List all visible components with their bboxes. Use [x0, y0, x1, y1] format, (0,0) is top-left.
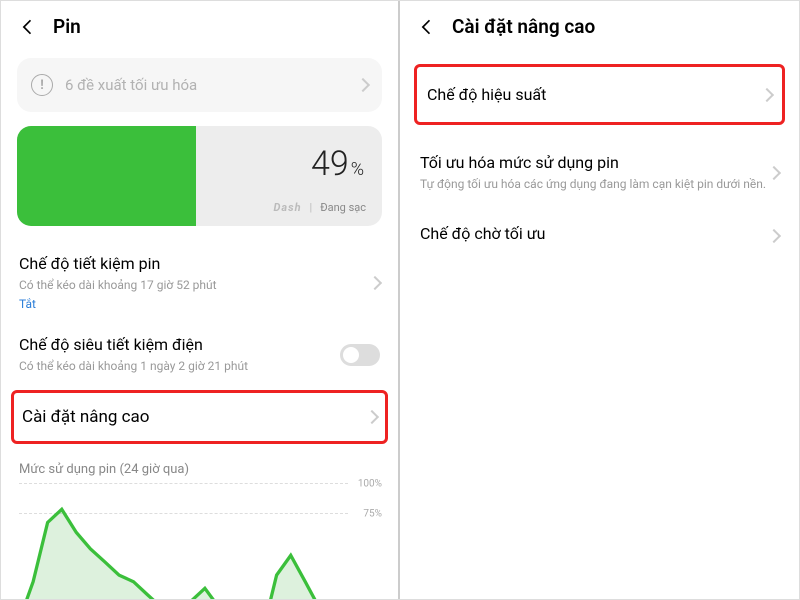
battery-percent-value: 49 — [311, 144, 349, 184]
back-icon[interactable] — [416, 16, 438, 38]
row-body: Tối ưu hóa mức sử dụng pin Tự động tối ư… — [420, 153, 769, 192]
chevron-right-icon — [767, 229, 781, 243]
info-icon: ! — [31, 74, 53, 96]
super-saver-toggle[interactable] — [340, 344, 380, 366]
battery-percent: 49% — [311, 144, 364, 184]
row-sub: Có thể kéo dài khoảng 17 giờ 52 phút — [19, 277, 370, 293]
advanced-settings-screen: Cài đặt nâng cao Chế độ hiệu suất Tối ưu… — [400, 1, 799, 599]
performance-mode-row[interactable]: Chế độ hiệu suất — [414, 64, 785, 125]
row-body: Chế độ tiết kiệm pin Có thể kéo dài khoả… — [19, 254, 370, 311]
page-title: Cài đặt nâng cao — [452, 15, 595, 38]
battery-usage-chart: 100% 75% — [19, 483, 380, 599]
optimal-standby-row[interactable]: Chế độ chờ tối ưu — [400, 208, 799, 263]
chevron-right-icon — [356, 78, 370, 92]
optimize-suggestions-row[interactable]: ! 6 đề xuất tối ưu hóa — [17, 58, 382, 112]
battery-status: Dash | Đang sạc — [273, 201, 366, 214]
row-body: Cài đặt nâng cao — [22, 407, 367, 427]
chevron-right-icon — [760, 87, 774, 101]
row-status: Tắt — [19, 297, 370, 311]
row-title: Chế độ hiệu suất — [427, 85, 762, 104]
battery-card[interactable]: 49% Dash | Đang sạc — [17, 126, 382, 226]
chevron-right-icon — [767, 166, 781, 180]
chart-svg — [19, 483, 348, 599]
super-power-saver-row[interactable]: Chế độ siêu tiết kiệm điện Có thể kéo dà… — [1, 323, 398, 386]
power-saver-row[interactable]: Chế độ tiết kiệm pin Có thể kéo dài khoả… — [1, 242, 398, 323]
optimize-usage-row[interactable]: Tối ưu hóa mức sử dụng pin Tự động tối ư… — [400, 137, 799, 208]
row-title: Chế độ chờ tối ưu — [420, 224, 769, 243]
chevron-right-icon — [365, 410, 379, 424]
divider: | — [310, 201, 313, 214]
advanced-settings-row[interactable]: Cài đặt nâng cao — [11, 390, 388, 444]
row-title: Tối ưu hóa mức sử dụng pin — [420, 153, 769, 172]
grid-label-75: 75% — [363, 509, 382, 520]
header: Pin — [1, 1, 398, 48]
row-body: Chế độ hiệu suất — [427, 85, 762, 104]
row-body: Chế độ chờ tối ưu — [420, 224, 769, 247]
usage-section-label: Mức sử dụng pin (24 giờ qua) — [1, 448, 398, 483]
grid-label-100: 100% — [358, 479, 382, 490]
header: Cài đặt nâng cao — [400, 1, 799, 48]
chevron-right-icon — [368, 276, 382, 290]
battery-percent-unit: % — [351, 159, 364, 180]
battery-brand: Dash — [273, 201, 301, 214]
battery-fill — [17, 126, 196, 226]
row-title: Cài đặt nâng cao — [22, 407, 367, 427]
row-title: Chế độ tiết kiệm pin — [19, 254, 370, 273]
battery-screen: Pin ! 6 đề xuất tối ưu hóa 49% Dash | Đa… — [1, 1, 400, 599]
row-sub: Tự động tối ưu hóa các ứng dụng đang làm… — [420, 176, 769, 192]
page-title: Pin — [53, 15, 81, 38]
row-title: Chế độ siêu tiết kiệm điện — [19, 335, 340, 354]
optimize-text: 6 đề xuất tối ưu hóa — [65, 76, 358, 94]
row-sub: Có thể kéo dài khoảng 1 ngày 2 giờ 21 ph… — [19, 358, 340, 374]
charging-label: Đang sạc — [320, 201, 366, 214]
back-icon[interactable] — [17, 16, 39, 38]
row-body: Chế độ siêu tiết kiệm điện Có thể kéo dà… — [19, 335, 340, 374]
